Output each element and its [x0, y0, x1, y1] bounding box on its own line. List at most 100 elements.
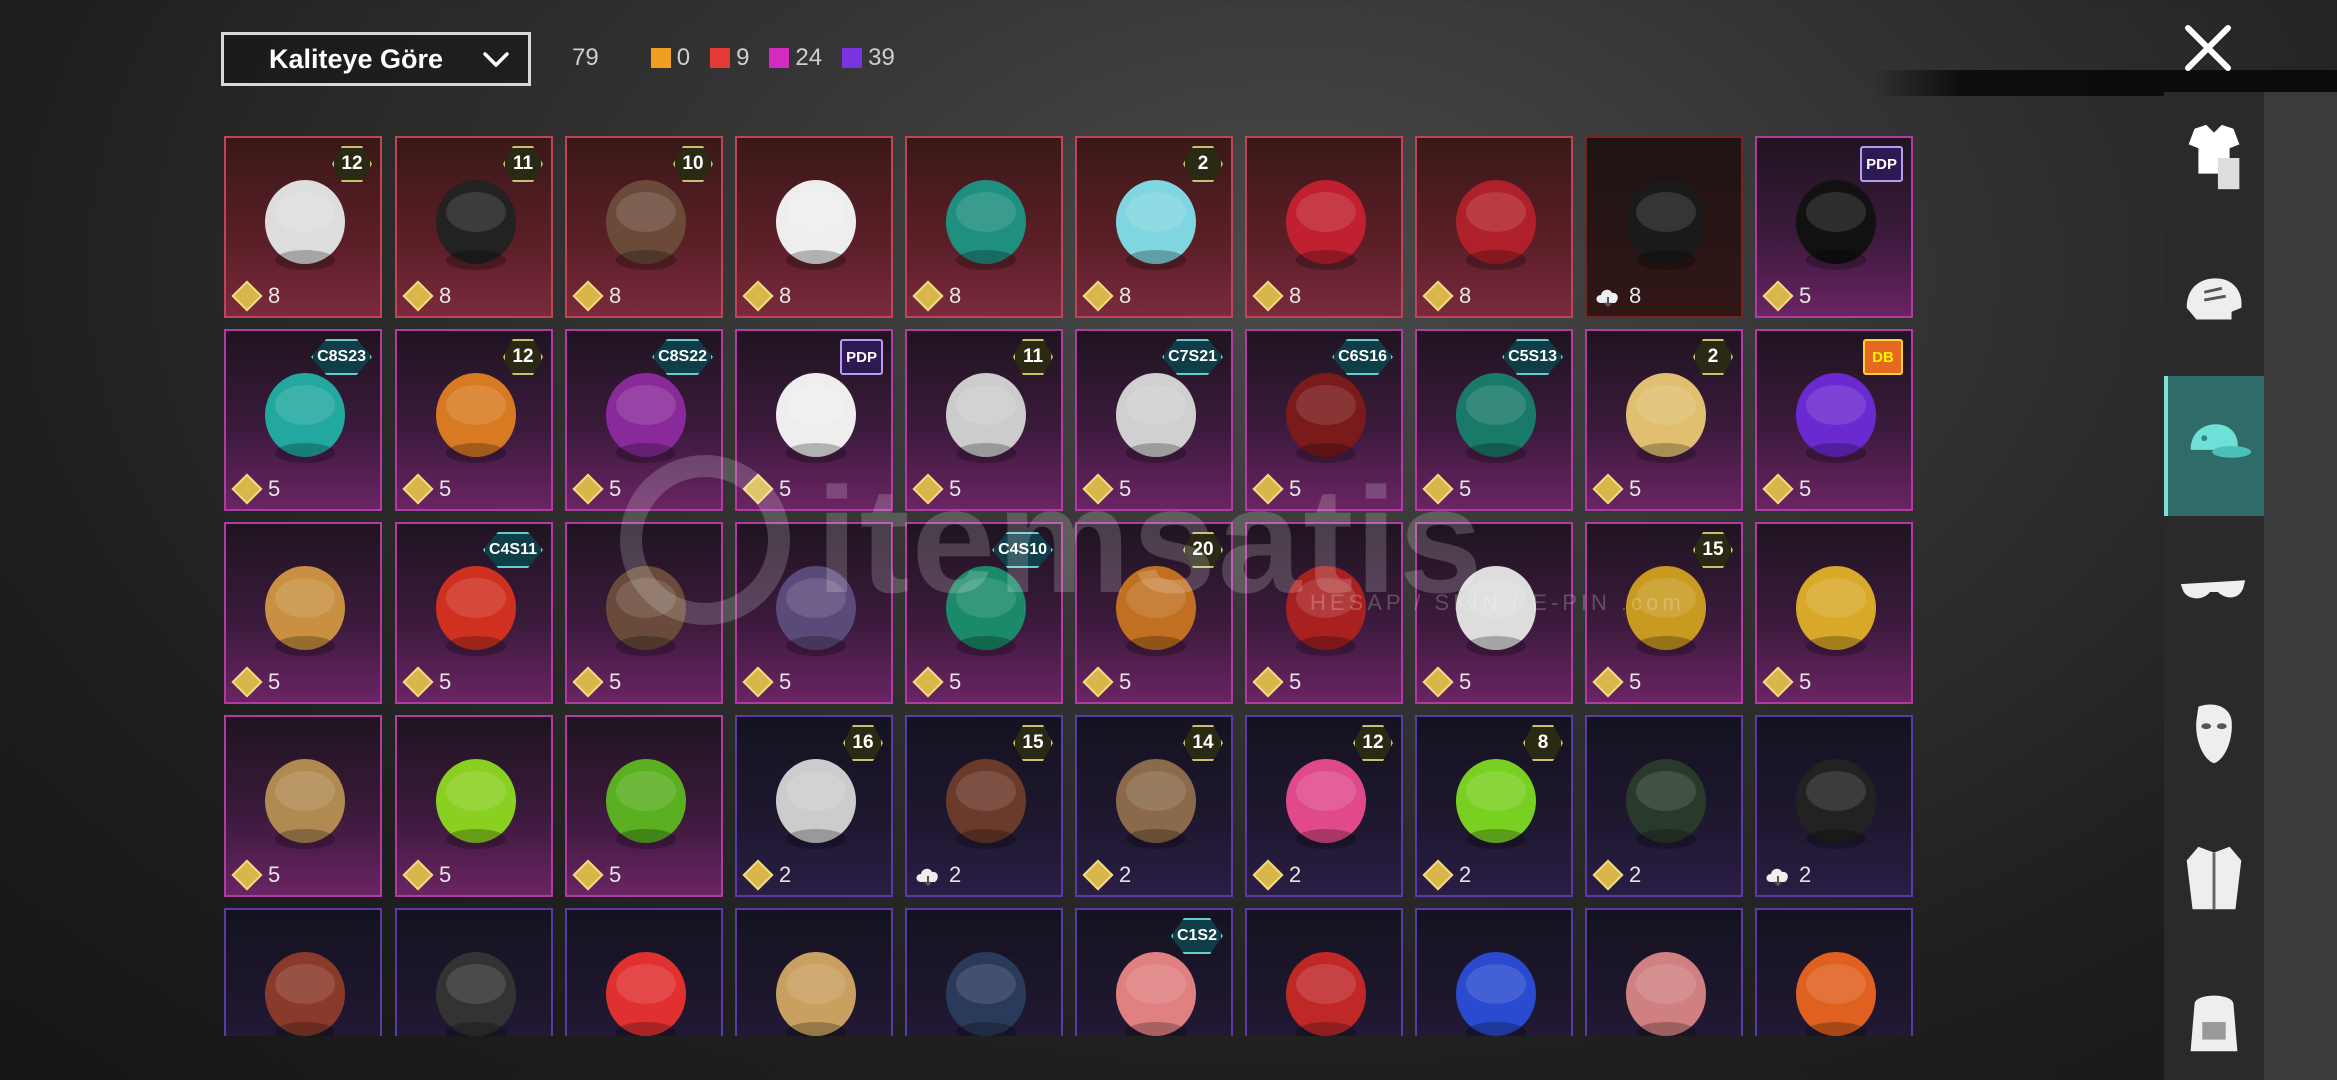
diamond-icon [1082, 280, 1114, 312]
item-card[interactable]: 2 [1755, 715, 1913, 897]
item-card[interactable]: 10 8 [565, 136, 723, 318]
item-card[interactable]: 82 [1415, 715, 1573, 897]
item-card[interactable]: 11 8 [395, 136, 553, 318]
item-quantity-value: 5 [1459, 476, 1472, 501]
diamond-icon [402, 666, 434, 698]
item-card[interactable]: 8 [735, 136, 893, 318]
item-quantity: 5 [1592, 473, 1641, 505]
item-card[interactable] [1415, 908, 1573, 1036]
item-quantity: 5 [572, 473, 621, 505]
outfit-icon [2188, 124, 2240, 190]
item-card[interactable]: 5 [224, 715, 382, 897]
item-card[interactable] [1755, 908, 1913, 1036]
item-card[interactable]: 28 [1075, 136, 1233, 318]
item-quantity: 5 [1082, 473, 1131, 505]
item-card[interactable]: 8 [905, 136, 1063, 318]
sidebar-tab-backpack[interactable] [2164, 952, 2264, 1080]
sidebar-tab-jacket[interactable] [2164, 808, 2264, 948]
item-quantity: 2 [1422, 859, 1471, 891]
item-card[interactable]: 8 [1415, 136, 1573, 318]
item-quantity: 5 [231, 859, 280, 891]
item-card[interactable]: 12 5 [395, 329, 553, 511]
item-card[interactable]: C6S16 5 [1245, 329, 1403, 511]
item-card[interactable]: 5 [395, 715, 553, 897]
item-quantity: 8 [402, 280, 451, 312]
item-quantity: 2 [913, 861, 961, 889]
item-card[interactable]: 20 5 [1075, 522, 1233, 704]
mask-icon [2196, 704, 2232, 764]
item-card[interactable] [565, 908, 723, 1036]
item-quantity: 5 [1082, 666, 1131, 698]
sidebar-tab-hat[interactable] [2164, 376, 2264, 516]
sidebar-tab-mask[interactable] [2164, 664, 2264, 804]
item-card[interactable]: 11 5 [905, 329, 1063, 511]
item-card[interactable]: C4S11 5 [395, 522, 553, 704]
item-card[interactable]: 12 2 [1245, 715, 1403, 897]
sort-dropdown[interactable]: Kaliteye Göre [221, 32, 531, 86]
quality-count-gold: 0 [650, 44, 690, 72]
item-card[interactable]: C8S22 5 [565, 329, 723, 511]
item-card[interactable] [224, 908, 382, 1036]
item-card[interactable]: PDP 5 [735, 329, 893, 511]
item-quantity: 2 [1252, 859, 1301, 891]
sidebar-tab-glasses[interactable] [2164, 520, 2264, 660]
item-quantity: 8 [572, 280, 621, 312]
collab-logo-badge: PDP [1860, 146, 1903, 182]
quality-counts: 79 0 9 24 39 [572, 40, 905, 76]
diamond-icon [1762, 473, 1794, 505]
teal-dragon-helmet-icon [946, 180, 1026, 270]
diamond-icon [572, 473, 604, 505]
item-card[interactable]: C7S21 5 [1075, 329, 1233, 511]
item-quantity-value: 2 [1119, 862, 1132, 887]
item-card[interactable] [1585, 908, 1743, 1036]
item-quantity: 5 [572, 666, 621, 698]
white-cowboy-hat-icon [776, 180, 856, 270]
item-card[interactable]: 8 [1245, 136, 1403, 318]
diamond-icon [1422, 473, 1454, 505]
glasses-icon [2180, 580, 2246, 599]
item-quantity-value: 5 [1799, 476, 1812, 501]
item-card[interactable]: 5 [1755, 522, 1913, 704]
item-card[interactable]: C1S2 [1075, 908, 1233, 1036]
collab-logo-badge: DB [1863, 339, 1903, 375]
item-card[interactable] [735, 908, 893, 1036]
item-card[interactable]: 16 2 [735, 715, 893, 897]
item-quantity-value: 2 [949, 862, 962, 887]
item-card[interactable] [395, 908, 553, 1036]
item-quantity: 5 [1592, 666, 1641, 698]
item-quantity: 8 [231, 280, 280, 312]
item-card[interactable]: C5S13 5 [1415, 329, 1573, 511]
item-quantity-value: 5 [779, 476, 792, 501]
item-card[interactable]: 2 [1585, 715, 1743, 897]
purple-count: 39 [868, 44, 895, 71]
item-quantity: 2 [742, 859, 791, 891]
item-card[interactable]: C4S10 5 [905, 522, 1063, 704]
cloud-icon [916, 868, 938, 886]
item-card[interactable]: 8 [1585, 136, 1743, 318]
helmet-icon [2186, 278, 2242, 320]
item-card[interactable]: 5 [224, 522, 382, 704]
diamond-icon [742, 280, 774, 312]
sidebar-tab-helmet[interactable] [2164, 232, 2264, 372]
item-card[interactable]: 15 2 [905, 715, 1063, 897]
item-card[interactable]: DB 5 [1755, 329, 1913, 511]
item-quantity: 8 [1252, 280, 1301, 312]
close-icon[interactable] [2180, 20, 2236, 76]
item-card[interactable]: 12 8 [224, 136, 382, 318]
item-card[interactable] [1245, 908, 1403, 1036]
item-quantity: 2 [1082, 859, 1132, 891]
item-quantity: 5 [231, 473, 281, 505]
item-quantity-value: 5 [439, 862, 452, 887]
item-card[interactable]: 5 [735, 522, 893, 704]
red-white-cap-icon [606, 952, 686, 1036]
item-quantity-value: 5 [268, 476, 281, 501]
item-card[interactable]: 14 2 [1075, 715, 1233, 897]
item-card[interactable]: 5 [565, 522, 723, 704]
gas-mask-helmet-icon [1626, 759, 1706, 849]
item-card[interactable]: PDP 5 [1755, 136, 1913, 318]
item-card[interactable] [905, 908, 1063, 1036]
item-card[interactable]: 25 [1585, 329, 1743, 511]
item-card[interactable]: 5 [565, 715, 723, 897]
sidebar-tab-outfit[interactable] [2164, 88, 2264, 228]
item-card[interactable]: C8S23 5 [224, 329, 382, 511]
